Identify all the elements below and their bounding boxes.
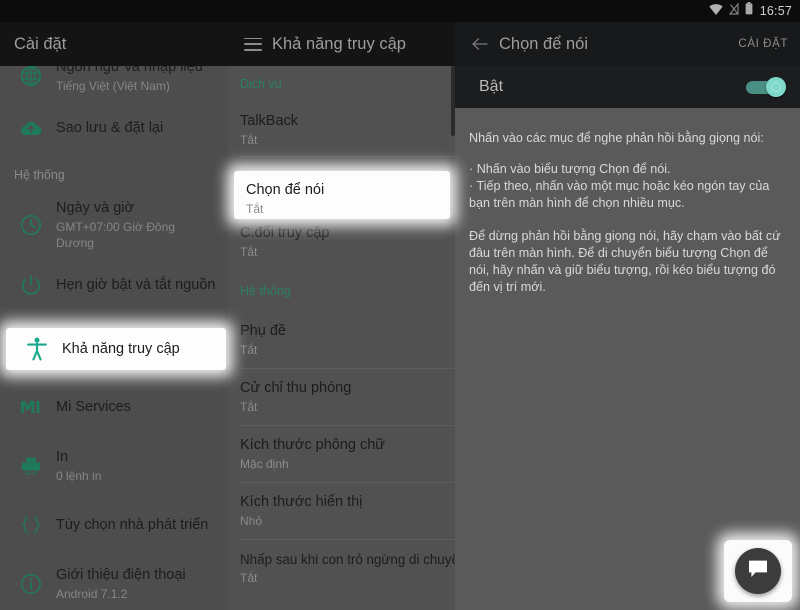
chat-fab-highlight: [724, 540, 792, 602]
list-item-select-to-speak[interactable]: Chọn để nói Tắt: [234, 171, 450, 219]
sidebar-item-date-time[interactable]: Ngày và giờ GMT+07:00 Giờ Đông Dương: [0, 194, 228, 256]
accessibility-icon: [18, 337, 56, 361]
list-item-sub: Tắt: [240, 245, 258, 259]
list-item-title: TalkBack: [240, 113, 299, 129]
clock-icon: [12, 214, 50, 236]
select-to-speak-title: Chọn để nói: [499, 34, 588, 53]
cloud-upload-icon: [12, 118, 50, 138]
list-item-magnification[interactable]: Cử chỉ thu phóng Tắt: [228, 369, 455, 425]
list-item-sub: Nhỏ: [240, 514, 263, 528]
sidebar-item-label: In: [56, 449, 69, 465]
list-item-sub: Tắt: [240, 133, 258, 147]
mi-icon: [12, 399, 50, 415]
printer-icon: [12, 456, 50, 476]
section-system: Hệ thống: [240, 284, 291, 298]
description-bullets: · Nhấn vào biểu tượng Chọn để nói. · Tiế…: [469, 161, 782, 212]
list-item-title: Kích thước phông chữ: [240, 437, 385, 453]
globe-icon: [12, 66, 50, 87]
settings-title: Cài đặt: [14, 34, 67, 53]
sidebar-item-developer-options[interactable]: Tùy chọn nhà phát triển: [0, 496, 228, 554]
list-item-talkback[interactable]: TalkBack Tắt: [228, 102, 455, 156]
braces-icon: [12, 515, 50, 535]
sidebar-item-label: Ngày và giờ: [56, 200, 135, 216]
sidebar-item-label: Hẹn giờ bật và tắt nguồn: [56, 277, 216, 293]
bullet-item: · Nhấn vào biểu tượng Chọn để nói.: [469, 162, 671, 176]
screen: 16:57 Cài đặt Khả năng truy cập Chọn để …: [0, 0, 800, 610]
power-icon: [12, 274, 50, 296]
sidebar-item-about-phone[interactable]: Giới thiệu điện thoại Android 7.1.2: [0, 554, 228, 610]
section-services: Dịch vụ: [240, 77, 282, 91]
accessibility-title: Khả năng truy cập: [272, 34, 406, 53]
sidebar-item-label: Sao lưu & đặt lại: [56, 120, 164, 136]
toggle-label: Bật: [479, 78, 504, 95]
list-item-sub: Tắt: [246, 202, 264, 216]
sidebar-item-label: Mi Services: [56, 399, 131, 415]
list-item-title: Nhấp sau khi con trỏ ngừng di chuyển: [240, 552, 455, 567]
chat-fab-button[interactable]: [735, 548, 781, 594]
list-item-title: Kích thước hiển thị: [240, 494, 363, 510]
list-item-captions[interactable]: Phụ đề Tắt: [228, 312, 455, 368]
list-item-title: Phụ đề: [240, 323, 286, 339]
chat-bubble-icon: [747, 559, 769, 584]
sidebar-item-sub: GMT+07:00 Giờ Đông Dương: [56, 220, 175, 250]
bullet-item: · Tiếp theo, nhấn vào một mục hoặc kéo n…: [469, 179, 770, 210]
description-body: Nhấn vào các mục để nghe phản hồi bằng g…: [455, 108, 800, 310]
select-to-speak-detail: Bật Nhấn vào các mục để nghe phản hồi bằ…: [455, 66, 800, 610]
settings-app-bar: Cài đặt: [0, 22, 228, 66]
settings-action-button[interactable]: CÀI ĐẶT: [738, 38, 800, 50]
status-time: 16:57: [759, 4, 792, 18]
sidebar-item-language[interactable]: Ngôn ngữ và nhập liệu Tiếng Việt (Việt N…: [0, 66, 228, 100]
list-item-switch-access[interactable]: C.đổi truy cập Tắt: [228, 214, 455, 270]
list-item-sub: Tắt: [240, 343, 258, 357]
list-item-title: C.đổi truy cập: [240, 225, 330, 241]
list-item-title: Cử chỉ thu phóng: [240, 380, 352, 396]
description-intro: Nhấn vào các mục để nghe phản hồi bằng g…: [469, 131, 764, 145]
list-item-sub: Mặc định: [240, 457, 289, 471]
sidebar-item-sub: 0 lệnh in: [56, 469, 102, 483]
sidebar-item-label: Khả năng truy cập: [62, 341, 180, 357]
sidebar-item-label: Ngôn ngữ và nhập liệu: [56, 66, 203, 75]
switch-thumb: [766, 77, 786, 97]
list-item-display-size[interactable]: Kích thước hiển thị Nhỏ: [228, 483, 455, 539]
select-to-speak-switch[interactable]: [744, 77, 786, 97]
list-item-sub: Tắt: [240, 571, 258, 585]
battery-icon: [745, 2, 753, 20]
sidebar-item-label: Giới thiệu điện thoại: [56, 567, 186, 583]
sidebar-section-system: Hệ thống: [14, 168, 65, 182]
sidebar-item-sub: Tiếng Việt (Việt Nam): [56, 79, 170, 93]
list-item-click-after-pointer-stops[interactable]: Nhấp sau khi con trỏ ngừng di chuyển Tắt: [228, 540, 455, 596]
accessibility-app-bar: Khả năng truy cập: [228, 22, 455, 66]
list-item-title: Chọn để nói: [246, 182, 325, 198]
sidebar-item-accessibility[interactable]: Khả năng truy cập: [6, 328, 226, 370]
select-to-speak-app-bar: Chọn để nói CÀI ĐẶT: [455, 22, 800, 66]
sidebar-item-print[interactable]: In 0 lệnh in: [0, 436, 228, 496]
sidebar-item-sub: Android 7.1.2: [56, 587, 128, 601]
hamburger-menu-icon[interactable]: [244, 37, 262, 51]
wifi-icon: [709, 2, 723, 20]
sidebar-item-power-schedule[interactable]: Hẹn giờ bật và tắt nguồn: [0, 256, 228, 314]
back-arrow-icon[interactable]: [471, 35, 489, 53]
list-item-sub: Tắt: [240, 400, 258, 414]
signal-off-icon: [728, 2, 739, 20]
sidebar-item-backup-reset[interactable]: Sao lưu & đặt lại: [0, 100, 228, 156]
list-item-font-size[interactable]: Kích thước phông chữ Mặc định: [228, 426, 455, 482]
accessibility-list[interactable]: Dịch vụ TalkBack Tắt C.đổi truy cập Tắt …: [228, 66, 455, 610]
sidebar-item-mi-services[interactable]: Mi Services: [0, 378, 228, 436]
description-paragraph: Để dừng phản hồi bằng giọng nói, hãy chạ…: [469, 229, 781, 294]
sidebar-item-label: Tùy chọn nhà phát triển: [56, 517, 209, 533]
info-icon: [12, 573, 50, 595]
select-to-speak-toggle-row[interactable]: Bật: [455, 66, 800, 108]
status-bar: 16:57: [0, 0, 800, 22]
